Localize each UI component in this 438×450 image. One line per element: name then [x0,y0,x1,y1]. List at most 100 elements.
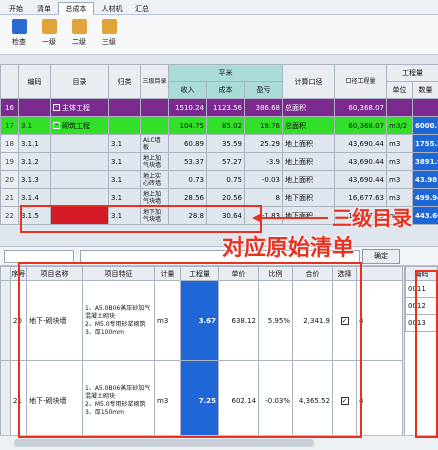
table-row[interactable]: 18 3.1.1 3.1 ALC墙板 60.89 35.59 25.29 地上面积 43,690… [0,134,438,153]
amount-cell[interactable]: 1755.26 [412,134,438,153]
calibre-qty-cell[interactable]: 43,690.44 [334,152,387,171]
amount-cell[interactable]: 443.60 [412,206,438,225]
cost-cell[interactable]: 35.59 [206,134,245,153]
table-row[interactable]: 17 3.1- 砌筑工程 104.75 85.02 19.76 总面积 60,368.07 m3… [0,116,438,135]
unit-cell[interactable]: m3 [386,170,413,189]
table-row[interactable]: 16 - 主体工程 1510.24 1123.56 386.68 总面积 60,368.07 [0,98,438,117]
table-row[interactable]: 19 3.1.2 3.1 地上加气块墙 53.37 57.27 -3.9 地上面积 43,690… [0,152,438,171]
calibre-cell[interactable]: 地下面积 [282,188,335,207]
calibre-header: 计算口径 [282,64,335,99]
table-row[interactable]: 20 3.1.3 3.1 地上实心砖墙 0.73 0.75 -0.03 地上面积 43,690.… [0,170,438,189]
toolbar-button-4[interactable]: 三级 [96,19,122,47]
level3-cell[interactable]: 地上加气块墙 [140,188,169,207]
row-selector[interactable] [0,280,11,361]
item-cell[interactable] [50,170,109,189]
income-cell[interactable]: 53.37 [168,152,207,171]
item-cell[interactable] [50,152,109,171]
category-cell[interactable]: 3.1 [108,134,141,153]
cost-cell[interactable]: 85.02 [206,116,245,135]
profit-cell[interactable]: -0.03 [244,170,283,189]
level3-cell[interactable]: 地上实心砖墙 [140,170,169,189]
quantities-header: 工程量 [386,64,438,82]
code-cell[interactable]: 3.1.1 [18,134,51,153]
category-cell[interactable]: 3.1 [108,152,141,171]
profit-cell[interactable]: 8 [244,188,283,207]
calibre-cell[interactable]: 总面积 [282,116,335,135]
category-cell[interactable]: 3.1 [108,170,141,189]
category-cell[interactable]: 3.1 [108,188,141,207]
calibre-cell[interactable]: 地上面积 [282,152,335,171]
category-cell[interactable] [108,116,141,135]
toolbar-button-2[interactable]: 一级 [36,19,62,47]
unit-cell[interactable]: m3 [386,134,413,153]
income-cell[interactable]: 1510.24 [168,98,207,117]
unit-cell[interactable]: m3/2 [386,116,413,135]
level-icon [101,19,117,34]
profit-cell[interactable]: 19.76 [244,116,283,135]
item-cell[interactable] [50,134,109,153]
highlight-level3-row [20,205,262,233]
amount-cell[interactable] [412,98,438,117]
calibre-cell[interactable]: 地上面积 [282,170,335,189]
tab-1[interactable]: 开始 [2,2,30,15]
income-cell[interactable]: 0.73 [168,170,207,189]
amount-header: 数量 [412,81,438,99]
tab-2[interactable]: 清单 [32,2,56,15]
toolbar-button-1[interactable]: 检查 [6,19,32,47]
calibre-qty-cell[interactable]: 43,690.44 [334,170,387,189]
profit-cell[interactable]: 25.29 [244,134,283,153]
code-cell[interactable]: 3.1 [18,116,51,135]
cost-cell[interactable]: 20.56 [206,188,245,207]
unit-cell[interactable]: m3 [386,152,413,171]
cost-cell[interactable]: 57.27 [206,152,245,171]
income-cell[interactable]: 28.56 [168,188,207,207]
calibre-qty-cell[interactable]: 43,690.44 [334,134,387,153]
confirm-button[interactable]: 确定 [362,249,400,264]
calibre-qty-header: 口径工程量 [334,64,387,99]
income-cell[interactable]: 104.75 [168,116,207,135]
cost-cell[interactable]: 0.75 [206,170,245,189]
cost-cell[interactable]: 1123.56 [206,98,245,117]
income-cell[interactable]: 60.89 [168,134,207,153]
item-cell[interactable]: - 主体工程 [50,98,109,117]
code-cell[interactable]: 3.1.2 [18,152,51,171]
level3-cell[interactable]: ALC墙板 [140,134,169,153]
sqm-header: 平米 [168,64,283,82]
level3-cell[interactable]: 地上加气块墙 [140,152,169,171]
row-selector[interactable] [0,360,11,441]
code-cell[interactable] [18,98,51,117]
calibre-qty-cell[interactable]: 60,368.07 [334,116,387,135]
extra-cell[interactable]: 4 [356,360,403,441]
toolbar-button-3[interactable]: 二级 [66,19,92,47]
extra-cell[interactable]: 4 [356,280,403,361]
toolbar-label: 检查 [12,38,26,46]
collapse-icon[interactable]: - [53,122,60,129]
code-cell[interactable]: 3.1.4 [18,188,51,207]
collapse-icon[interactable]: - [53,104,60,111]
unit-cell[interactable] [386,98,413,117]
tab-5[interactable]: 汇总 [130,2,154,15]
item-cell[interactable] [50,188,109,207]
amount-cell[interactable]: 43.98 [412,170,438,189]
profit-cell[interactable]: -3.9 [244,152,283,171]
income-header: 收入 [168,81,207,99]
level3-cell[interactable] [140,116,169,135]
row-number-header [0,64,19,99]
tab-3[interactable]: 总成本 [58,2,94,15]
profit-cell[interactable]: 386.68 [244,98,283,117]
code-cell[interactable]: 3.1.3 [18,170,51,189]
category-cell[interactable] [108,98,141,117]
calibre-qty-cell[interactable]: 60,368.07 [334,98,387,117]
scroll-thumb[interactable] [14,439,314,447]
calibre-cell[interactable]: 地上面积 [282,134,335,153]
item-label: 主体工程 [62,103,90,112]
tab-4[interactable]: 人材机 [96,2,128,15]
sel-header [0,266,11,281]
level-icon [41,19,57,34]
calibre-cell[interactable]: 总面积 [282,98,335,117]
amount-cell[interactable]: 499.94 [412,188,438,207]
level3-cell[interactable] [140,98,169,117]
item-cell[interactable]: - 砌筑工程 [50,116,109,135]
amount-cell[interactable]: 6000.75 [412,116,438,135]
amount-cell[interactable]: 3891.97 [412,152,438,171]
